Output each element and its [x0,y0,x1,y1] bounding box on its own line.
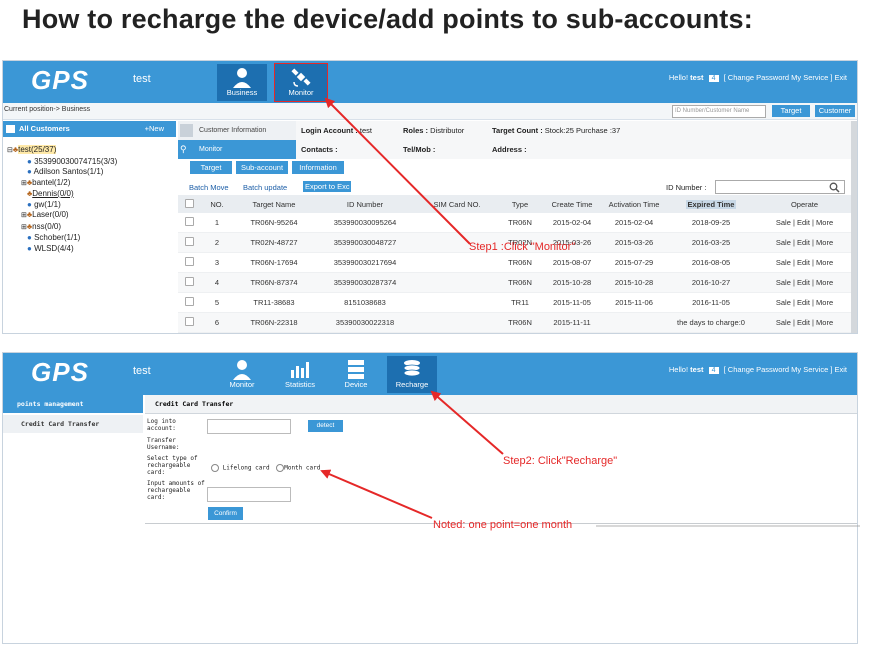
noted-annotation: Noted: one point=one month [433,519,573,531]
arrow-to-recharge [430,390,504,455]
arrow-to-monitor [324,97,471,245]
annotation-arrows [320,97,860,527]
arrow-to-month-card [320,469,433,519]
step1-annotation: Step1 :Click "Monitor" [469,241,576,253]
step2-annotation: Step2: Click"Recharge" [503,455,618,467]
